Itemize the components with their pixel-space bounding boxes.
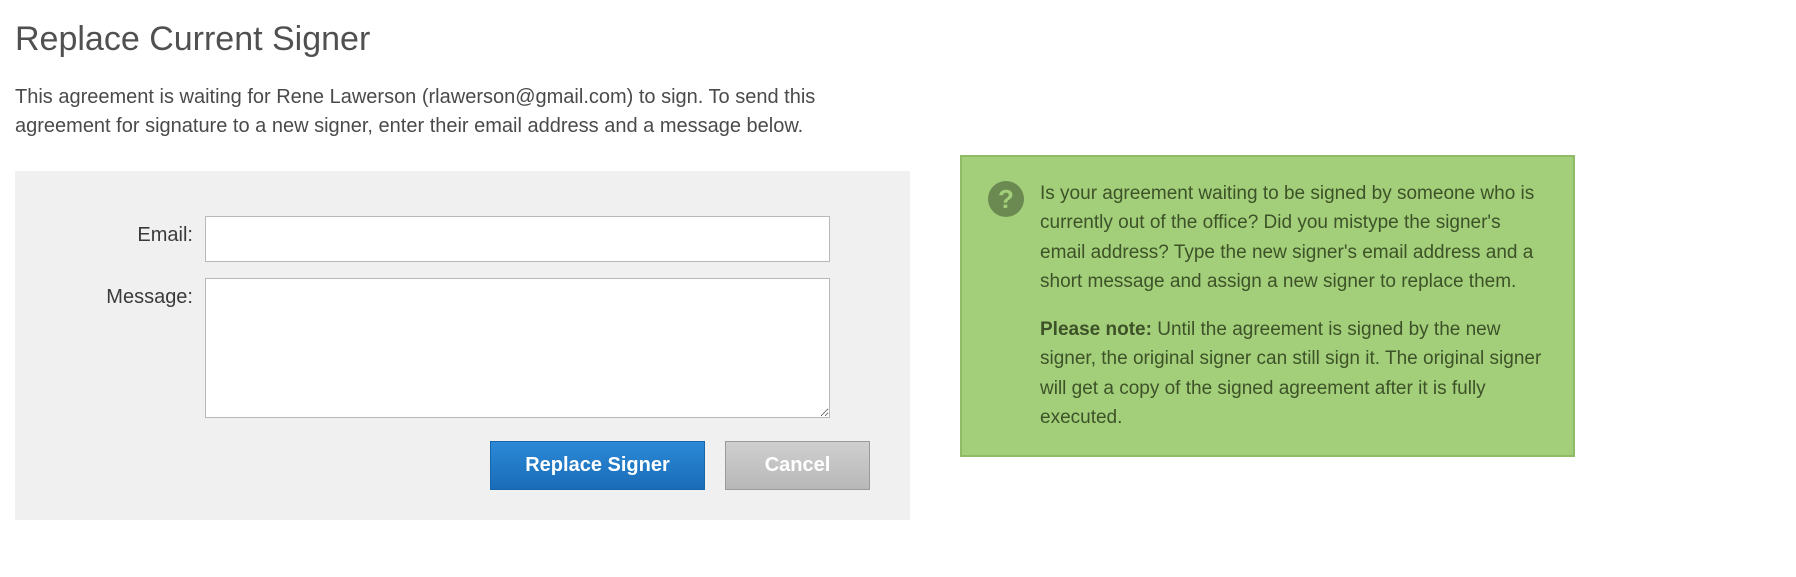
page-title: Replace Current Signer [15, 20, 910, 59]
email-label: Email: [55, 216, 205, 247]
cancel-button[interactable]: Cancel [725, 441, 870, 490]
replace-signer-button[interactable]: Replace Signer [490, 441, 705, 490]
message-field[interactable] [205, 278, 830, 418]
main-panel: Replace Current Signer This agreement is… [15, 20, 910, 520]
email-field[interactable] [205, 216, 830, 262]
form-panel: Email: Message: Replace Signer Cancel [15, 171, 910, 520]
info-content: Is your agreement waiting to be signed b… [1040, 179, 1547, 433]
info-paragraph-1: Is your agreement waiting to be signed b… [1040, 179, 1547, 297]
info-paragraph-2: Please note: Until the agreement is sign… [1040, 315, 1547, 433]
info-box: ? Is your agreement waiting to be signed… [960, 155, 1575, 457]
page-description: This agreement is waiting for Rene Lawer… [15, 83, 910, 141]
help-icon: ? [988, 181, 1024, 217]
info-note-label: Please note: [1040, 319, 1152, 340]
message-label: Message: [55, 278, 205, 309]
